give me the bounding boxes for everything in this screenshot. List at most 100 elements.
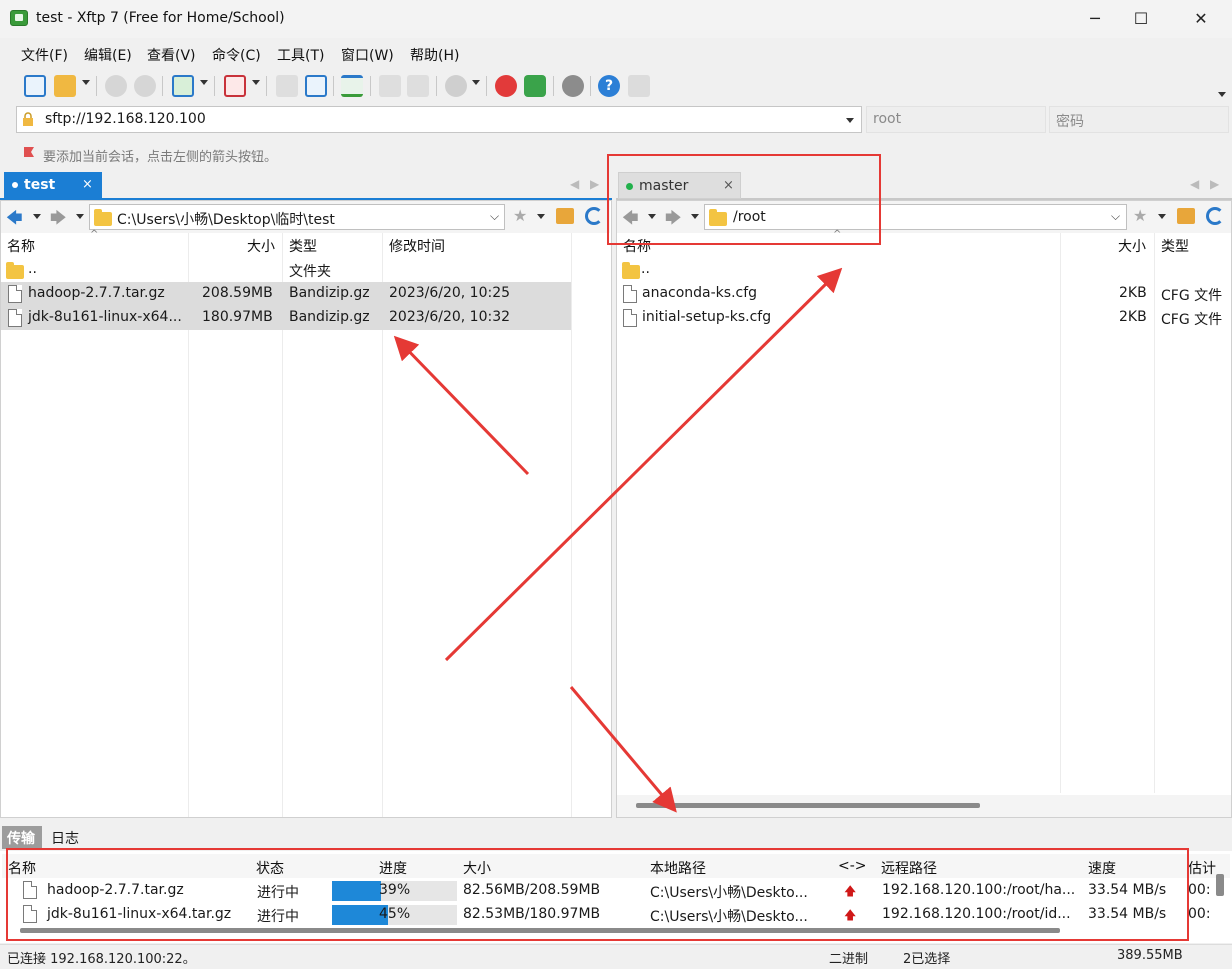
properties-icon[interactable] xyxy=(172,75,194,97)
remote-col-size[interactable]: 大小 xyxy=(1118,236,1146,256)
scrollbar-thumb[interactable] xyxy=(636,803,980,808)
open-folder-icon[interactable] xyxy=(54,75,76,97)
favorite-star-icon[interactable]: ★ xyxy=(513,206,527,225)
toolbar-divider xyxy=(333,76,334,96)
username-field[interactable]: root xyxy=(866,106,1046,133)
open-dropdown-icon[interactable] xyxy=(82,80,90,85)
connection-status: 已连接 192.168.120.100:22。 xyxy=(7,952,196,967)
tab-dot-icon xyxy=(12,182,18,188)
file-icon xyxy=(623,285,637,303)
file-type: Bandizip.gz xyxy=(289,285,370,301)
file-name: .. xyxy=(641,261,650,277)
comment-icon[interactable] xyxy=(628,75,650,97)
file-name: jdk-8u161-linux-x64... xyxy=(28,309,182,325)
close-window-button[interactable]: ✕ xyxy=(1178,0,1224,38)
file-name: anaconda-ks.cfg xyxy=(642,285,758,301)
menu-window[interactable]: 窗口(W) xyxy=(341,45,394,65)
list-item[interactable]: jdk-8u161-linux-x64... 180.97MB Bandizip… xyxy=(1,306,571,330)
favorite-star-icon[interactable]: ★ xyxy=(1133,206,1147,225)
toolbar-overflow-icon[interactable] xyxy=(1218,92,1226,97)
minimize-button[interactable]: ─ xyxy=(1072,0,1118,38)
window-title: test - Xftp 7 (Free for Home/School) xyxy=(36,10,285,26)
upload-icon[interactable] xyxy=(276,75,298,97)
column-divider xyxy=(571,233,572,817)
local-col-size[interactable]: 大小 xyxy=(247,236,275,256)
local-col-type[interactable]: 类型 xyxy=(289,236,317,256)
lock-icon xyxy=(23,112,33,126)
toolbar-divider xyxy=(370,76,371,96)
list-item[interactable]: .. xyxy=(617,258,1227,282)
help-icon[interactable]: ? xyxy=(598,75,620,97)
tab-scroll-right-icon[interactable]: ▶ xyxy=(1210,177,1219,191)
path-dropdown-icon[interactable]: ⌵ xyxy=(490,209,499,224)
tab-local-test[interactable]: test × xyxy=(4,172,102,199)
refresh-icon[interactable] xyxy=(585,207,603,225)
toolbar-divider xyxy=(590,76,591,96)
file-type: CFG 文件 xyxy=(1161,312,1223,328)
address-dropdown-icon[interactable] xyxy=(846,118,854,123)
tab-transfer[interactable]: 传输 xyxy=(2,826,42,849)
properties-dropdown-icon[interactable] xyxy=(200,80,208,85)
tab-log[interactable]: 日志 xyxy=(51,828,79,848)
xshell-icon[interactable] xyxy=(495,75,517,97)
refresh-icon[interactable] xyxy=(1206,207,1224,225)
menu-tools[interactable]: 工具(T) xyxy=(277,45,324,65)
maximize-button[interactable]: ☐ xyxy=(1118,0,1164,38)
vertical-scrollbar-thumb[interactable] xyxy=(1216,874,1224,896)
tab-scroll-left-icon[interactable]: ◀ xyxy=(570,177,579,191)
list-item[interactable]: hadoop-2.7.7.tar.gz 208.59MB Bandizip.gz… xyxy=(1,282,571,306)
menu-edit[interactable]: 编辑(E) xyxy=(84,45,132,65)
toolbar-divider xyxy=(96,76,97,96)
folder-icon xyxy=(6,262,24,279)
menu-help[interactable]: 帮助(H) xyxy=(410,45,459,65)
transfer-eta: 00: xyxy=(1188,906,1210,922)
menu-view[interactable]: 查看(V) xyxy=(147,45,196,65)
stop-icon[interactable] xyxy=(445,75,467,97)
toolbar-divider xyxy=(436,76,437,96)
menu-file[interactable]: 文件(F) xyxy=(21,45,68,65)
tab-label: test xyxy=(24,177,56,193)
password-field[interactable]: 密码 xyxy=(1049,106,1229,133)
home-icon[interactable] xyxy=(1177,208,1195,224)
xftp-app-icon xyxy=(10,10,28,26)
terminal-icon[interactable] xyxy=(224,75,246,97)
file-icon xyxy=(623,309,637,327)
favorite-dropdown-icon[interactable] xyxy=(1158,214,1166,219)
tab-scroll-right-icon[interactable]: ▶ xyxy=(590,177,599,191)
remote-col-type[interactable]: 类型 xyxy=(1161,236,1189,256)
local-col-name[interactable]: 名称 xyxy=(7,236,35,256)
reconnect-icon[interactable] xyxy=(105,75,127,97)
bookmark-flag-icon[interactable] xyxy=(22,146,36,160)
file-modified: 2023/6/20, 10:32 xyxy=(389,309,511,325)
terminal-dropdown-icon[interactable] xyxy=(252,80,260,85)
gear-icon[interactable] xyxy=(562,75,584,97)
list-item[interactable]: .. 文件夹 xyxy=(1,258,571,282)
list-item[interactable]: initial-setup-ks.cfg 2KB CFG 文件 xyxy=(617,306,1227,330)
file-name: .. xyxy=(28,261,37,277)
session-hint: 要添加当前会话，点击左侧的箭头按钮。 xyxy=(43,150,278,165)
stop-dropdown-icon[interactable] xyxy=(472,80,480,85)
forward-arrow-icon[interactable]: 🡆 xyxy=(50,207,67,234)
paste-icon[interactable] xyxy=(407,75,429,97)
home-icon[interactable] xyxy=(556,208,574,224)
disconnect-icon[interactable] xyxy=(134,75,156,97)
back-arrow-icon[interactable]: 🡄 xyxy=(6,207,23,234)
back-dropdown-icon[interactable] xyxy=(33,214,41,219)
tab-scroll-left-icon[interactable]: ◀ xyxy=(1190,177,1199,191)
favorite-dropdown-icon[interactable] xyxy=(537,214,545,219)
list-item[interactable]: anaconda-ks.cfg 2KB CFG 文件 xyxy=(617,282,1227,306)
xftp-icon[interactable] xyxy=(524,75,546,97)
folder-icon xyxy=(622,262,640,279)
download-icon[interactable] xyxy=(305,75,327,97)
path-dropdown-icon[interactable]: ⌵ xyxy=(1111,209,1120,224)
tab-close-icon[interactable]: × xyxy=(82,177,93,192)
selection-size: 389.55MB xyxy=(1117,948,1183,963)
sync-icon[interactable] xyxy=(341,75,363,97)
new-session-icon[interactable] xyxy=(24,75,46,97)
file-icon xyxy=(8,285,22,303)
forward-dropdown-icon[interactable] xyxy=(76,214,84,219)
menu-command[interactable]: 命令(C) xyxy=(212,45,261,65)
local-col-modified[interactable]: 修改时间 xyxy=(389,236,445,256)
copy-icon[interactable] xyxy=(379,75,401,97)
folder-icon xyxy=(94,209,112,226)
